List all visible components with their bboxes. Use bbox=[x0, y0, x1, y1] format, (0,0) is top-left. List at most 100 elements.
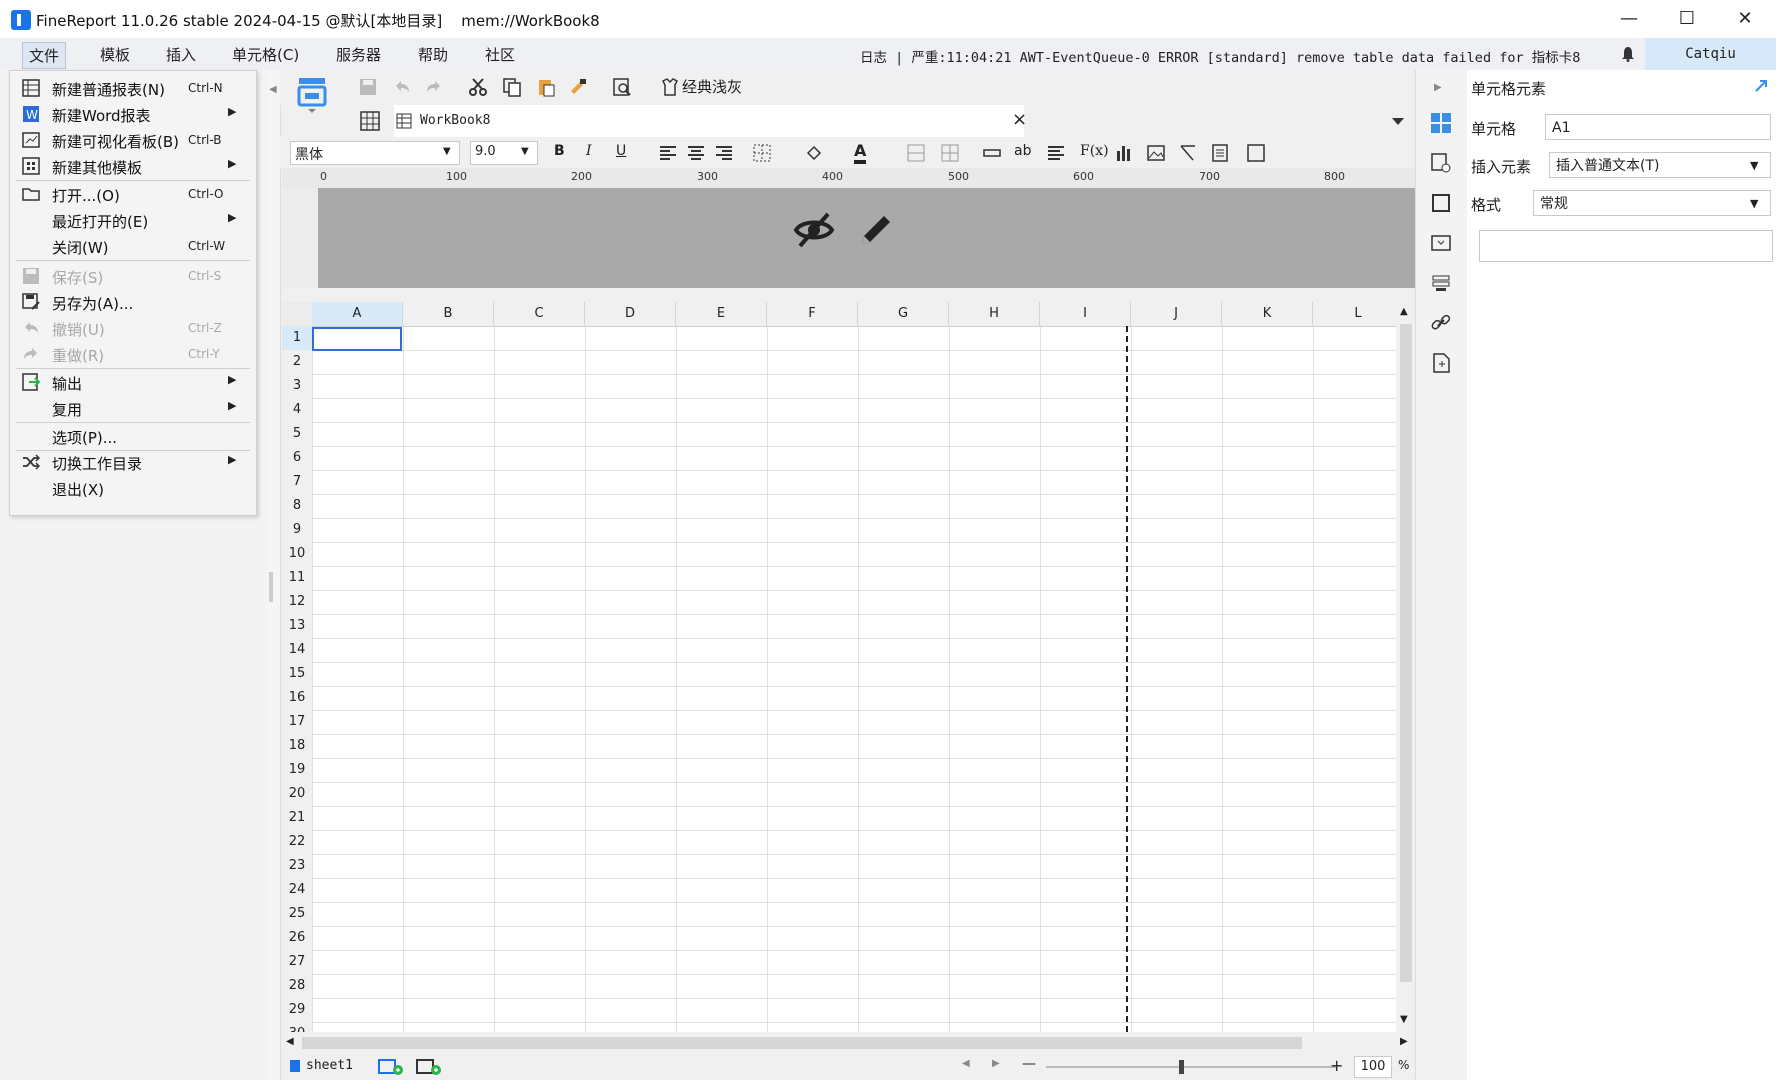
column-header[interactable]: I bbox=[1040, 302, 1131, 326]
zoom-input[interactable]: 100 bbox=[1354, 1056, 1392, 1078]
row-header[interactable]: 30 bbox=[282, 1022, 312, 1032]
menu-file[interactable]: 文件 bbox=[22, 42, 67, 69]
border-icon[interactable] bbox=[752, 143, 772, 163]
format-select[interactable]: 常规 ▼ bbox=[1533, 190, 1771, 216]
row-header[interactable]: 15 bbox=[282, 662, 312, 687]
file-menu-item[interactable]: 切换工作目录 ▶ bbox=[10, 449, 256, 475]
prev-sheet-icon[interactable]: ◀ bbox=[962, 1058, 970, 1069]
row-header[interactable]: 2 bbox=[282, 350, 312, 375]
redo-icon[interactable] bbox=[424, 77, 444, 97]
template-list-icon[interactable] bbox=[296, 76, 328, 114]
cut-icon[interactable] bbox=[468, 77, 488, 97]
tab-close-button[interactable]: × bbox=[1012, 109, 1027, 130]
font-size-select[interactable]: 9.0 ▼ bbox=[470, 141, 538, 165]
horizontal-scroll-thumb[interactable] bbox=[302, 1037, 1302, 1049]
row-header[interactable]: 19 bbox=[282, 758, 312, 783]
select-all-corner[interactable] bbox=[282, 302, 313, 326]
copy-icon[interactable] bbox=[502, 77, 522, 97]
row-header[interactable]: 7 bbox=[282, 470, 312, 495]
condition-icon[interactable] bbox=[1430, 232, 1452, 254]
column-header[interactable]: G bbox=[858, 302, 949, 326]
menu-template[interactable]: 模板 bbox=[98, 44, 132, 65]
row-header[interactable]: 16 bbox=[282, 686, 312, 711]
user-button[interactable]: Catqiu bbox=[1645, 38, 1776, 70]
menu-insert[interactable]: 插入 bbox=[164, 44, 198, 65]
underline-icon[interactable]: U bbox=[616, 143, 626, 159]
hyperlink-icon[interactable] bbox=[1430, 312, 1452, 334]
insert-element-select[interactable]: 插入普通文本(T) ▼ bbox=[1549, 152, 1771, 178]
paste-icon[interactable] bbox=[536, 77, 556, 97]
row-header[interactable]: 4 bbox=[282, 398, 312, 423]
minimize-button[interactable]: — bbox=[1600, 0, 1658, 38]
next-sheet-icon[interactable]: ▶ bbox=[992, 1058, 1000, 1069]
row-header[interactable]: 9 bbox=[282, 518, 312, 543]
row-header[interactable]: 21 bbox=[282, 806, 312, 831]
cell-attribute-icon[interactable] bbox=[1430, 152, 1452, 174]
row-header[interactable]: 23 bbox=[282, 854, 312, 879]
file-menu-item[interactable]: 新建可视化看板(B) Ctrl-B bbox=[10, 127, 256, 153]
row-header[interactable]: 27 bbox=[282, 950, 312, 975]
tab-workbook8[interactable]: WorkBook8 × bbox=[394, 105, 1027, 137]
paragraph-icon[interactable] bbox=[1046, 143, 1066, 163]
tab-menu-icon[interactable] bbox=[1390, 113, 1406, 129]
frame-icon[interactable] bbox=[1246, 143, 1266, 163]
text-icon[interactable]: ab bbox=[1014, 143, 1031, 159]
file-menu-item[interactable]: W 新建Word报表 ▶ bbox=[10, 101, 256, 127]
theme-label[interactable]: 经典浅灰 bbox=[682, 76, 742, 97]
file-menu-item[interactable]: 退出(X) bbox=[10, 475, 256, 501]
scroll-up-icon[interactable]: ▲ bbox=[1400, 306, 1408, 317]
scroll-left-icon[interactable]: ◀ bbox=[286, 1036, 294, 1047]
left-collapse-bar[interactable]: ◀ bbox=[266, 70, 281, 1080]
widget-icon[interactable] bbox=[1430, 192, 1452, 214]
vertical-scroll-thumb[interactable] bbox=[1400, 324, 1412, 982]
save-icon[interactable] bbox=[358, 77, 378, 97]
chart-icon[interactable] bbox=[1114, 143, 1134, 163]
row-header[interactable]: 20 bbox=[282, 782, 312, 807]
zoom-slider-handle[interactable] bbox=[1179, 1060, 1184, 1074]
fill-color-icon[interactable] bbox=[804, 143, 824, 163]
file-menu-item[interactable]: 最近打开的(E) ▶ bbox=[10, 207, 256, 233]
row-header[interactable]: 12 bbox=[282, 590, 312, 615]
zoom-out-button[interactable]: — bbox=[1022, 1056, 1036, 1072]
file-menu-item[interactable]: 重做(R) Ctrl-Y bbox=[10, 341, 256, 367]
row-header[interactable]: 1 bbox=[282, 326, 312, 351]
file-menu-item[interactable]: 选项(P)... bbox=[10, 423, 256, 449]
pencil-icon[interactable] bbox=[854, 208, 898, 252]
expand-right-icon[interactable]: ▶ bbox=[1434, 82, 1442, 93]
column-header[interactable]: E bbox=[676, 302, 767, 326]
column-header[interactable]: L bbox=[1313, 302, 1404, 326]
maximize-button[interactable]: ☐ bbox=[1658, 0, 1716, 38]
bold-icon[interactable]: B bbox=[554, 143, 565, 159]
row-header[interactable]: 26 bbox=[282, 926, 312, 951]
spreadsheet-grid[interactable] bbox=[282, 302, 1396, 1032]
column-header[interactable]: J bbox=[1131, 302, 1222, 326]
row-header[interactable]: 25 bbox=[282, 902, 312, 927]
page-setup-icon[interactable] bbox=[1430, 352, 1452, 374]
subreport-icon[interactable] bbox=[1210, 143, 1230, 163]
file-menu-item[interactable]: 关闭(W) Ctrl-W bbox=[10, 233, 256, 259]
menu-cell[interactable]: 单元格(C) bbox=[230, 44, 301, 65]
format-painter-icon[interactable] bbox=[568, 77, 588, 97]
align-center-icon[interactable] bbox=[686, 143, 706, 163]
menu-help[interactable]: 帮助 bbox=[416, 44, 450, 65]
file-menu-item[interactable]: 复用 ▶ bbox=[10, 395, 256, 421]
undo-icon[interactable] bbox=[392, 77, 412, 97]
file-menu-item[interactable]: 保存(S) Ctrl-S bbox=[10, 263, 256, 289]
font-color-icon[interactable]: A bbox=[854, 141, 867, 164]
column-header[interactable]: H bbox=[949, 302, 1040, 326]
unmerge-icon[interactable] bbox=[940, 143, 960, 163]
column-header[interactable]: B bbox=[403, 302, 494, 326]
file-menu-item[interactable]: 新建普通报表(N) Ctrl-N bbox=[10, 75, 256, 101]
menu-community[interactable]: 社区 bbox=[483, 44, 517, 65]
file-menu-item[interactable]: 撤销(U) Ctrl-Z bbox=[10, 315, 256, 341]
row-header[interactable]: 29 bbox=[282, 998, 312, 1023]
row-header[interactable]: 6 bbox=[282, 446, 312, 471]
row-header[interactable]: 24 bbox=[282, 878, 312, 903]
row-header[interactable]: 11 bbox=[282, 566, 312, 591]
add-dashboard-sheet-icon[interactable] bbox=[416, 1058, 442, 1076]
file-menu-item[interactable]: 打开...(O) Ctrl-O bbox=[10, 181, 256, 207]
column-header[interactable]: K bbox=[1222, 302, 1313, 326]
image-icon[interactable] bbox=[1146, 143, 1166, 163]
bell-icon[interactable] bbox=[1620, 46, 1636, 62]
scroll-down-icon[interactable]: ▼ bbox=[1400, 1014, 1408, 1025]
